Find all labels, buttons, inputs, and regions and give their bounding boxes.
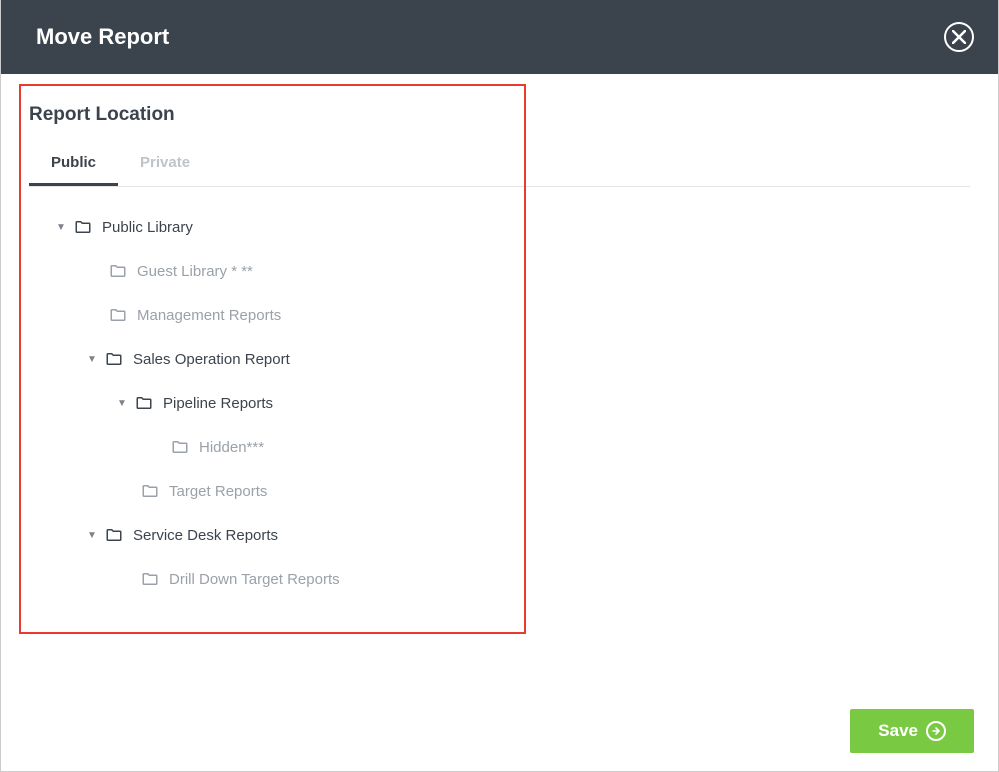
tree-node-drill-down-target-reports[interactable]: Drill Down Target Reports — [29, 557, 970, 601]
folder-icon — [135, 394, 153, 412]
save-button-label: Save — [878, 721, 918, 741]
tree-node-pipeline-reports[interactable]: ▼ Pipeline Reports — [29, 381, 970, 425]
tree-node-management-reports[interactable]: Management Reports — [29, 293, 970, 337]
folder-icon — [74, 218, 92, 236]
folder-icon — [171, 438, 189, 456]
folder-icon — [109, 306, 127, 324]
chevron-down-icon[interactable]: ▼ — [54, 222, 68, 233]
move-report-modal: Move Report Report Location Public Priva… — [0, 0, 999, 772]
tree-node-label: Public Library — [102, 219, 193, 236]
section-title: Report Location — [29, 104, 970, 126]
tree-node-label: Pipeline Reports — [163, 395, 273, 412]
tree-node-label: Guest Library * ** — [137, 263, 253, 280]
tab-private[interactable]: Private — [118, 144, 212, 186]
arrow-right-circle-icon — [926, 721, 946, 741]
folder-icon — [141, 482, 159, 500]
folder-icon — [141, 570, 159, 588]
tree-node-sales-operation-report[interactable]: ▼ Sales Operation Report — [29, 337, 970, 381]
tab-public[interactable]: Public — [29, 144, 118, 186]
tree-node-target-reports[interactable]: Target Reports — [29, 469, 970, 513]
folder-icon — [105, 350, 123, 368]
modal-footer: Save — [850, 709, 974, 753]
folder-icon — [105, 526, 123, 544]
save-button[interactable]: Save — [850, 709, 974, 753]
location-tabs: Public Private — [29, 144, 970, 187]
chevron-down-icon[interactable]: ▼ — [85, 354, 99, 365]
tree-node-label: Sales Operation Report — [133, 351, 290, 368]
tree-node-label: Drill Down Target Reports — [169, 571, 340, 588]
close-button[interactable] — [944, 22, 974, 52]
modal-body: Report Location Public Private ▼ Public … — [1, 74, 998, 771]
folder-tree: ▼ Public Library Guest Library * ** Mana… — [29, 205, 970, 601]
tree-node-public-library[interactable]: ▼ Public Library — [29, 205, 970, 249]
tree-node-guest-library[interactable]: Guest Library * ** — [29, 249, 970, 293]
chevron-down-icon[interactable]: ▼ — [115, 398, 129, 409]
close-icon — [952, 30, 966, 44]
tree-node-service-desk-reports[interactable]: ▼ Service Desk Reports — [29, 513, 970, 557]
tree-node-label: Service Desk Reports — [133, 527, 278, 544]
modal-title: Move Report — [36, 24, 169, 50]
tree-node-label: Hidden*** — [199, 439, 264, 456]
chevron-down-icon[interactable]: ▼ — [85, 530, 99, 541]
tree-node-label: Target Reports — [169, 483, 267, 500]
tree-node-label: Management Reports — [137, 307, 281, 324]
modal-header: Move Report — [1, 0, 998, 74]
tree-node-hidden[interactable]: Hidden*** — [29, 425, 970, 469]
folder-icon — [109, 262, 127, 280]
